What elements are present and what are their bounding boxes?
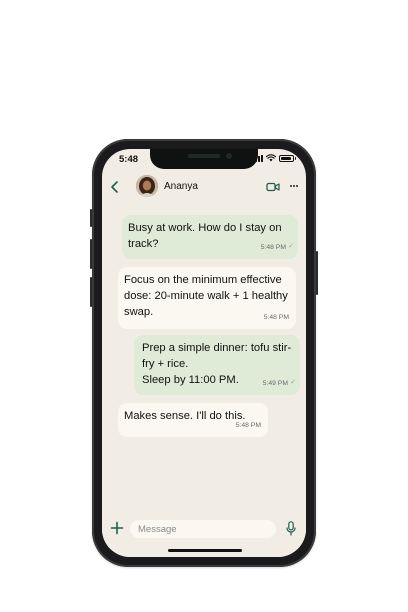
power-button: [316, 251, 318, 295]
contact-name[interactable]: Ananya: [164, 181, 198, 192]
read-receipt-icon: ✓: [288, 243, 294, 250]
chevron-left-icon[interactable]: [108, 179, 122, 195]
avatar-portrait: [136, 175, 158, 197]
battery-icon: [279, 154, 296, 162]
home-indicator[interactable]: [168, 549, 242, 552]
video-call-icon[interactable]: [266, 181, 280, 193]
chat-header: Ananya: [102, 173, 306, 201]
message-input[interactable]: [130, 520, 276, 538]
silent-switch: [90, 209, 92, 227]
phone-frame: 5:48 Ananya Busy at work. How do I stay …: [90, 139, 318, 567]
message-composer: [102, 511, 306, 557]
message-time: 5:48 PM: [260, 244, 286, 251]
volume-up-button: [90, 239, 92, 269]
volume-down-button: [90, 277, 92, 307]
message-bubble-incoming[interactable]: Focus on the minimum effective dose: 20-…: [118, 267, 296, 329]
phone-screen: 5:48 Ananya Busy at work. How do I stay …: [102, 149, 306, 557]
message-time: 5:48 PM: [235, 422, 261, 429]
message-time: 5:48 PM: [263, 314, 289, 321]
front-camera: [226, 153, 232, 159]
earpiece-speaker: [188, 154, 220, 158]
status-time: 5:48: [119, 154, 139, 165]
message-bubble-outgoing[interactable]: Busy at work. How do I stay on track? 5:…: [122, 215, 298, 259]
wifi-icon: [266, 154, 276, 162]
message-time: 5:49 PM: [262, 380, 288, 387]
message-bubble-incoming[interactable]: Makes sense. I'll do this. 5:48 PM: [118, 403, 268, 437]
message-bubble-outgoing[interactable]: Prep a simple dinner: tofu stir-fry + ri…: [134, 335, 300, 395]
plus-icon[interactable]: [110, 521, 124, 535]
status-icons: [252, 154, 296, 162]
avatar[interactable]: [136, 175, 158, 197]
read-receipt-icon: ✓: [290, 379, 296, 386]
microphone-icon[interactable]: [286, 521, 296, 536]
notch: [150, 149, 258, 169]
cellular-signal-icon: [252, 154, 263, 162]
more-options-icon[interactable]: [288, 179, 300, 193]
